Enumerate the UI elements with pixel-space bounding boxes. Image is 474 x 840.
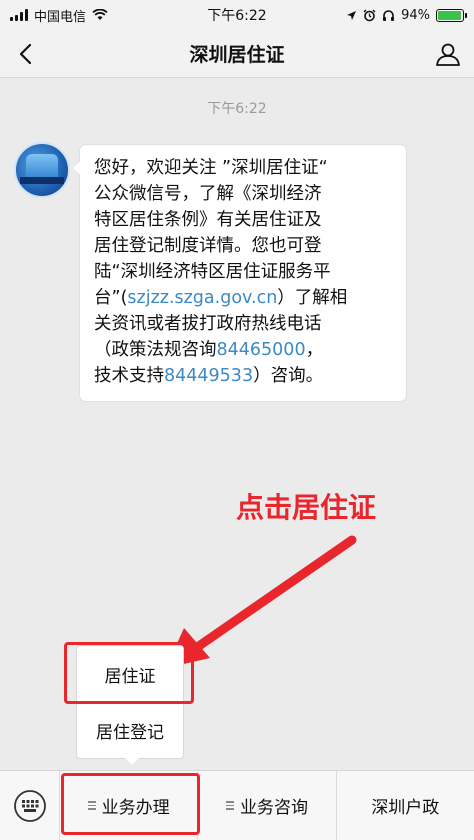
- message-text: 陆“深圳经济特区居住证服务平: [94, 262, 331, 282]
- message-line: 技术支持84449533）咨询。: [94, 363, 394, 389]
- message-line: 台”(szjzz.szga.gov.cn）了解相: [94, 285, 394, 311]
- message-line: 关资讯或者拔打政府热线电话: [94, 311, 394, 337]
- chat-timestamp: 下午6:22: [207, 101, 267, 117]
- message-text: ）了解相: [277, 288, 348, 308]
- menu-list-icon: [87, 801, 96, 810]
- submenu: 居住证 居住登记: [76, 645, 184, 765]
- status-bar: 中国电信 下午6:22 94%: [0, 0, 474, 30]
- tab-shenzhen-household[interactable]: 深圳户政: [337, 771, 474, 840]
- status-right: 94%: [346, 7, 467, 23]
- chevron-left-icon[interactable]: [14, 41, 40, 67]
- message-text: ）咨询。: [253, 366, 324, 386]
- message-line: 陆“深圳经济特区居住证服务平: [94, 259, 394, 285]
- status-left: 中国电信: [10, 6, 108, 25]
- keyboard-toggle[interactable]: [0, 771, 60, 840]
- tab-label: 业务办理: [101, 798, 170, 818]
- message-text: 居住登记制度详情。您也可登: [94, 236, 322, 256]
- page-title: 深圳居住证: [189, 44, 285, 66]
- message-text: 台”(: [94, 288, 128, 308]
- phone-number-link[interactable]: 84449533: [164, 366, 253, 386]
- annotation-label: 点击居住证: [236, 491, 377, 524]
- battery-fill: [438, 10, 461, 20]
- message-line: 您好，欢迎关注 ”深圳居住证“: [94, 155, 394, 181]
- avatar-band: [20, 177, 64, 184]
- bottom-menu: 业务办理 业务咨询 深圳户政: [0, 770, 474, 840]
- person-icon[interactable]: [434, 40, 462, 68]
- message-text: ，: [305, 340, 324, 360]
- submenu-item-residence-registration[interactable]: 居住登记: [77, 702, 183, 758]
- message-line: 特区居住条例》有关居住证及: [94, 207, 394, 233]
- message-text: 您好，欢迎关注 ”深圳居住证“: [94, 158, 328, 178]
- avatar[interactable]: [14, 142, 70, 198]
- location-icon: [347, 10, 357, 20]
- phone-number-link[interactable]: 84465000: [217, 340, 306, 360]
- message-line: 居住登记制度详情。您也可登: [94, 233, 394, 259]
- nav-bar: 深圳居住证: [0, 30, 474, 78]
- battery-icon: [436, 8, 467, 22]
- message-text: 公众微信号，了解《深圳经济: [94, 184, 322, 204]
- message-text: 特区居住条例》有关居住证及: [94, 210, 322, 230]
- tab-business-handling[interactable]: 业务办理: [60, 771, 199, 840]
- message-text: （政策法规咨询: [94, 340, 217, 360]
- message-text: 技术支持: [94, 366, 164, 386]
- wifi-icon: [92, 9, 108, 20]
- keyboard-icon: [13, 790, 46, 822]
- submenu-item-residence-permit[interactable]: 居住证: [77, 646, 183, 702]
- signal-icon: [10, 9, 28, 21]
- message-line: 公众微信号，了解《深圳经济: [94, 181, 394, 207]
- alarm-icon: [363, 9, 376, 21]
- tab-business-consulting[interactable]: 业务咨询: [198, 771, 337, 840]
- message-line: （政策法规咨询84465000，: [94, 337, 394, 363]
- menu-list-icon: [225, 801, 234, 810]
- battery-percent: 94%: [401, 7, 430, 23]
- message-bubble: 您好，欢迎关注 ”深圳居住证“ 公众微信号，了解《深圳经济 特区居住条例》有关居住证…: [73, 145, 406, 401]
- carrier-name: 中国电信: [34, 9, 87, 25]
- tab-label: 深圳户政: [371, 798, 440, 818]
- message-text: 关资讯或者拔打政府热线电话: [94, 314, 322, 334]
- website-link[interactable]: szjzz.szga.gov.cn: [127, 288, 277, 308]
- tab-label: 业务咨询: [239, 798, 308, 818]
- annotation-arrow-icon: [166, 535, 357, 668]
- headphones-icon: [383, 9, 395, 21]
